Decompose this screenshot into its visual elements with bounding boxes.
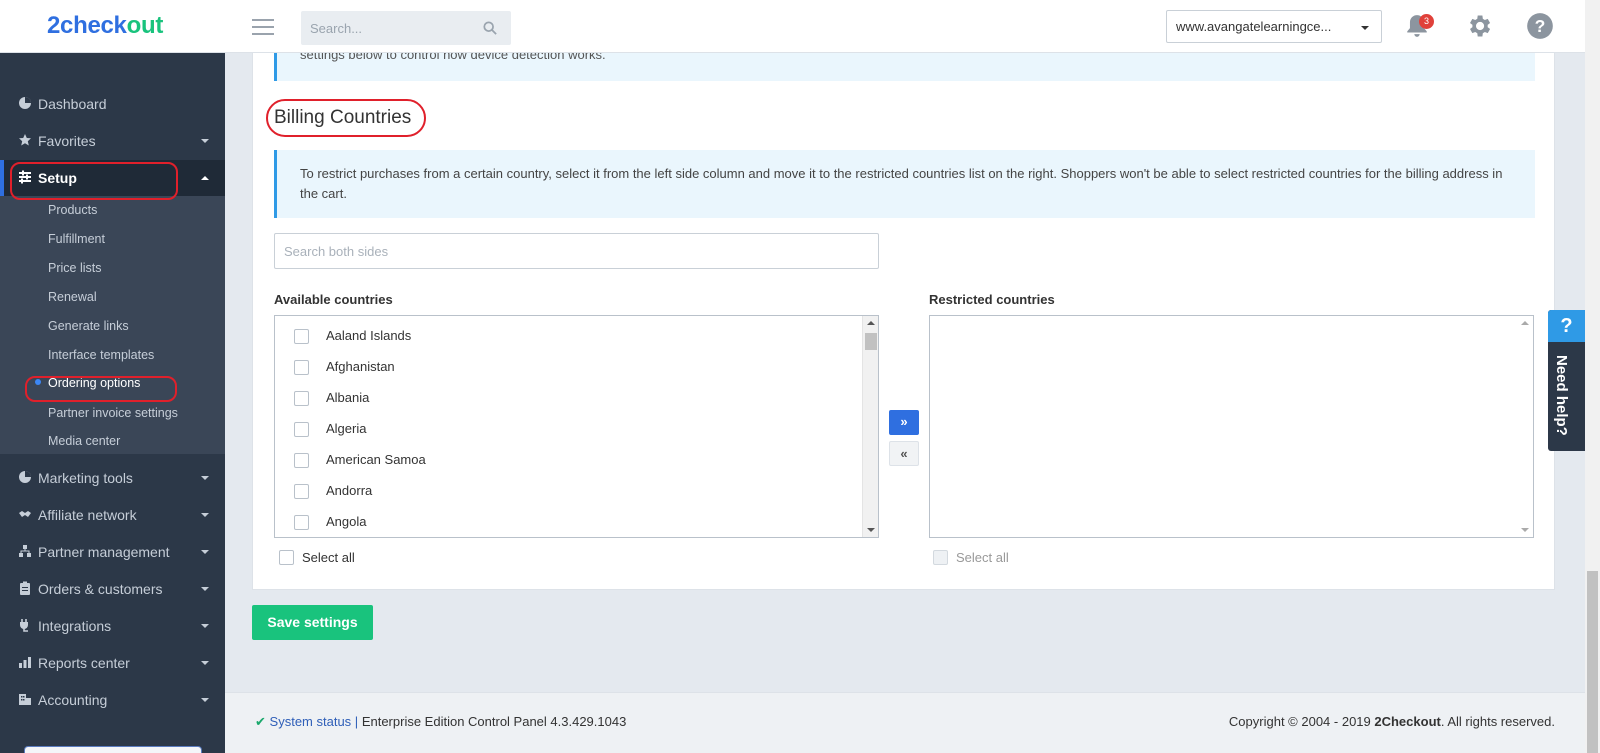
sidebar-item-partner-management[interactable]: Partner management	[0, 534, 225, 570]
checkbox[interactable]	[294, 453, 309, 468]
highlight-ring-setup	[10, 162, 178, 200]
list-scrollbar[interactable]	[862, 316, 878, 537]
submenu-item-renewal[interactable]: Renewal	[48, 290, 97, 304]
page-scrollbar-thumb[interactable]	[1587, 571, 1598, 753]
available-countries-list[interactable]: Aaland Islands Afghanistan Albania Alger…	[274, 315, 879, 538]
list-item[interactable]: Angola	[294, 511, 854, 533]
checkbox[interactable]	[294, 515, 309, 530]
gear-icon[interactable]	[1465, 12, 1493, 40]
caret-down-icon	[201, 661, 209, 665]
need-help-label: Need help?	[1553, 355, 1570, 436]
sidebar-item-accounting[interactable]: Accounting	[0, 682, 225, 718]
scroll-up-arrow-icon[interactable]	[1521, 321, 1529, 325]
save-settings-button[interactable]: Save settings	[252, 605, 373, 640]
list-scrollbar[interactable]	[1517, 316, 1533, 537]
caret-down-icon	[201, 698, 209, 702]
device-detection-info: settings below to control how device det…	[274, 53, 1535, 81]
global-search-input[interactable]	[301, 11, 461, 45]
caret-down-icon	[201, 624, 209, 628]
question-icon: ?	[1548, 310, 1585, 342]
restricted-countries-label: Restricted countries	[929, 292, 1055, 307]
scroll-down-arrow-icon[interactable]	[867, 528, 875, 532]
checkbox[interactable]	[294, 360, 309, 375]
domain-dropdown[interactable]: www.avangatelearningce...	[1166, 10, 1382, 43]
list-item[interactable]: Andorra	[294, 480, 854, 502]
scrollbar-thumb[interactable]	[865, 333, 877, 350]
checkbox[interactable]	[294, 329, 309, 344]
sidebar-item-reports-center[interactable]: Reports center	[0, 645, 225, 681]
checkbox[interactable]	[933, 550, 948, 565]
sidebar-bottom-widget[interactable]	[24, 746, 202, 753]
search-both-sides-input[interactable]	[274, 233, 879, 269]
building-icon	[19, 694, 31, 705]
highlight-ring-ordering-options	[25, 376, 177, 402]
logo[interactable]: 2checkout	[47, 12, 163, 40]
page-scrollbar[interactable]	[1585, 0, 1600, 753]
svg-text:?: ?	[1535, 16, 1546, 36]
sidebar-item-dashboard[interactable]: Dashboard	[0, 86, 225, 122]
scroll-up-arrow-icon[interactable]	[867, 321, 875, 325]
pie-chart-icon	[19, 471, 31, 483]
handshake-icon	[19, 511, 31, 517]
submenu-item-fulfillment[interactable]: Fulfillment	[48, 232, 105, 246]
submenu-item-price-lists[interactable]: Price lists	[48, 261, 101, 275]
sitemap-icon	[19, 545, 31, 557]
submenu-item-generate-links[interactable]: Generate links	[48, 319, 129, 333]
available-countries-label: Available countries	[274, 292, 393, 307]
highlight-ring-section-title	[266, 99, 426, 137]
checkbox[interactable]	[279, 550, 294, 565]
billing-info-box: To restrict purchases from a certain cou…	[274, 150, 1535, 218]
caret-up-icon	[201, 176, 209, 180]
list-item[interactable]: Algeria	[294, 418, 854, 440]
caret-down-icon	[201, 139, 209, 143]
sidebar-item-favorites[interactable]: Favorites	[0, 123, 225, 159]
bar-chart-icon	[19, 657, 31, 668]
submenu-item-partner-invoice-settings[interactable]: Partner invoice settings	[48, 406, 178, 420]
plug-icon	[20, 619, 28, 632]
submenu-item-interface-templates[interactable]: Interface templates	[48, 348, 154, 362]
sidebar: Dashboard Favorites Setup Products Fulfi…	[0, 53, 225, 753]
restricted-countries-list[interactable]	[929, 315, 1534, 538]
notification-badge: 3	[1419, 14, 1434, 29]
caret-down-icon	[201, 587, 209, 591]
list-item[interactable]: American Samoa	[294, 449, 854, 471]
submenu-item-media-center[interactable]: Media center	[48, 434, 120, 448]
move-to-restricted-button[interactable]: »	[889, 410, 919, 435]
sidebar-item-affiliate-network[interactable]: Affiliate network	[0, 497, 225, 533]
need-help-tab[interactable]: ? Need help?	[1548, 310, 1585, 451]
caret-down-icon	[1361, 26, 1369, 30]
dashboard-icon	[19, 97, 31, 109]
version-text: Enterprise Edition Control Panel 4.3.429…	[361, 714, 627, 729]
help-icon[interactable]: ?	[1526, 12, 1554, 40]
checkbox[interactable]	[294, 391, 309, 406]
footer: ✔ System status | Enterprise Edition Con…	[225, 692, 1585, 753]
top-header: 2checkout www.avangatelearningce... 3 ?	[0, 0, 1585, 53]
copyright: Copyright © 2004 - 2019 2Checkout. All r…	[1228, 714, 1555, 729]
checkbox[interactable]	[294, 422, 309, 437]
list-item[interactable]: Aaland Islands	[294, 325, 854, 347]
caret-down-icon	[201, 476, 209, 480]
global-search	[301, 11, 511, 45]
setup-submenu: Products Fulfillment Price lists Renewal…	[0, 196, 225, 454]
scroll-down-arrow-icon[interactable]	[1521, 528, 1529, 532]
star-icon	[19, 134, 31, 146]
move-to-available-button[interactable]: «	[889, 441, 919, 466]
submenu-item-products[interactable]: Products	[48, 203, 97, 217]
system-status-link[interactable]: System status	[270, 714, 352, 729]
caret-down-icon	[201, 513, 209, 517]
list-item[interactable]: Albania	[294, 387, 854, 409]
sidebar-item-orders-customers[interactable]: Orders & customers	[0, 571, 225, 607]
hamburger-menu-icon[interactable]	[252, 19, 274, 35]
search-icon[interactable]	[483, 21, 497, 35]
sidebar-item-integrations[interactable]: Integrations	[0, 608, 225, 644]
domain-selected-value: www.avangatelearningce...	[1176, 19, 1332, 34]
clipboard-icon	[20, 581, 30, 595]
checkmark-icon: ✔	[255, 714, 266, 729]
sidebar-item-marketing-tools[interactable]: Marketing tools	[0, 460, 225, 496]
checkbox[interactable]	[294, 484, 309, 499]
list-item[interactable]: Afghanistan	[294, 356, 854, 378]
caret-down-icon	[201, 550, 209, 554]
